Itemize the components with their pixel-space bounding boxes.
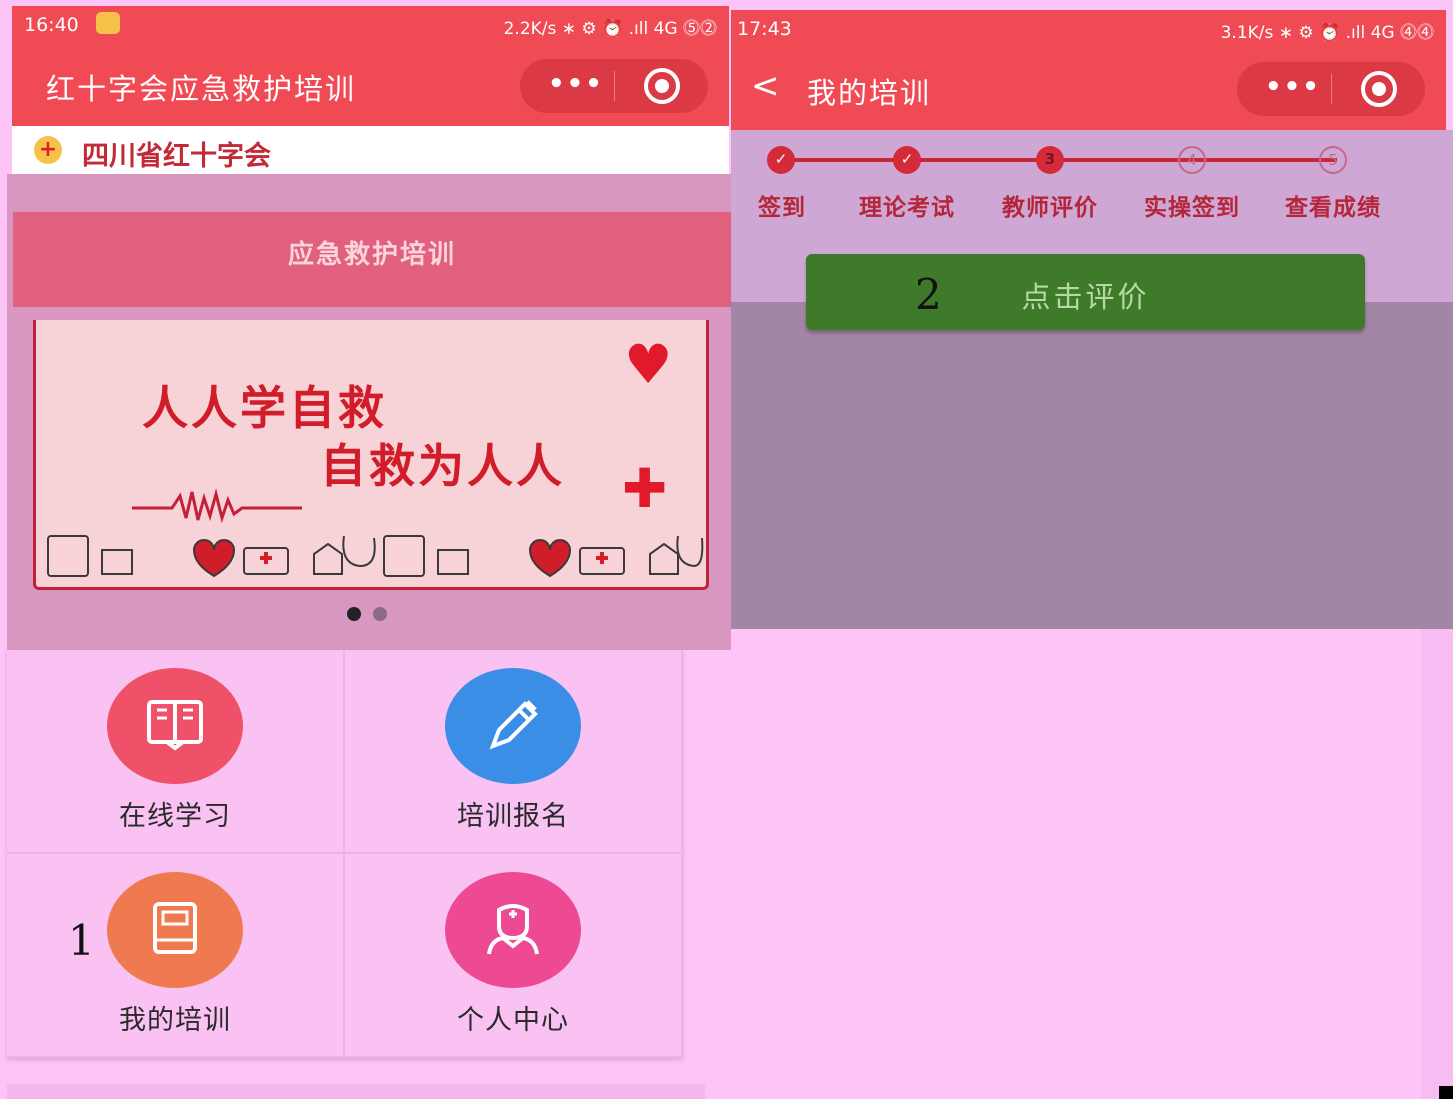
close-target-icon[interactable] [644,68,680,104]
evaluate-button[interactable]: 点击评价 [806,254,1365,330]
step-1-check-icon: ✓ [767,146,795,174]
title-bar: < 我的培训 ••• [731,50,1446,130]
app-title: 红十字会应急救护培训 [46,72,357,106]
organization-row[interactable]: + 四川省红十字会 [12,126,729,174]
menu-icon-circle [445,872,581,988]
menu-personal-center[interactable]: 个人中心 [345,854,683,1058]
right-edge-strip [1421,629,1453,1099]
menu-online-study[interactable]: 在线学习 [7,650,345,854]
capsule-divider [614,71,615,101]
title-bar: 红十字会应急救护培训 ••• [12,46,729,126]
status-indicators: 2.2K/s ∗ ⚙ ⏰ .ıll 4G ⓹⓶ [503,19,717,39]
step-label-view-score: 查看成绩 [1285,195,1381,221]
nurse-icon [487,904,539,955]
notification-icon [96,12,120,34]
more-icon[interactable]: ••• [548,69,604,99]
ecg-line-icon [132,488,302,524]
carousel-slide[interactable]: ♥ 人人学自救 自救为人人 ✚ [33,320,709,590]
menu-training-signup[interactable]: 培训报名 [345,650,683,854]
red-cross-icon: + [34,136,62,164]
menu-label: 我的培训 [119,1005,231,1036]
evaluate-button-label: 点击评价 [1021,280,1150,314]
status-bar: 17:43 3.1K/s ∗ ⚙ ⏰ .ıll 4G ⓸⓸ [731,10,1446,50]
slogan-line-1: 人人学自救 [142,381,387,435]
status-time: 17:43 [737,18,792,40]
training-content: ✓ ✓ 3 4 5 签到 理论考试 教师评价 实操签到 查看成绩 点击评价 [731,130,1453,629]
step-label-theory-exam: 理论考试 [859,195,955,221]
banner-header: 应急救护培训 [13,212,731,307]
heart-icon: ♥ [624,333,673,396]
menu-icon-circle [107,872,243,988]
book-open-icon [147,700,203,751]
step-label-teacher-eval: 教师评价 [1002,195,1098,221]
more-icon[interactable]: ••• [1265,72,1321,102]
organization-name: 四川省红十字会 [82,141,271,172]
step-2-check-icon: ✓ [893,146,921,174]
annotation-number: 2 [915,270,942,319]
step-label-practical-checkin: 实操签到 [1144,195,1240,221]
bottom-strip [7,1084,705,1099]
menu-label: 培训报名 [457,801,569,832]
banner-heading: 应急救护培训 [287,240,456,270]
step-4-marker: 4 [1178,146,1206,174]
back-arrow-icon[interactable]: < [751,66,780,106]
carousel-dot[interactable] [373,607,387,621]
menu-icon-circle [107,668,243,784]
banner-area: 应急救护培训 ♥ 人人学自救 自救为人人 ✚ [7,174,731,650]
step-5-marker: 5 [1319,146,1347,174]
page-title: 我的培训 [807,76,932,110]
feature-menu-grid: 在线学习 培训报名 我的培训 个人中心 [7,650,683,1058]
step-label-checkin: 签到 [758,195,806,221]
mini-program-capsule: ••• [1237,62,1425,116]
corner-mark [1439,1086,1453,1099]
carousel-dot-active[interactable] [347,607,361,621]
step-3-marker: 3 [1036,146,1064,174]
status-time: 16:40 [24,14,79,36]
annotation-number: 1 [68,916,95,965]
carousel-indicator [347,606,399,625]
plus-icon: ✚ [622,457,668,520]
status-bar: 16:40 2.2K/s ∗ ⚙ ⏰ .ıll 4G ⓹⓶ [12,6,729,46]
menu-label: 在线学习 [119,801,231,832]
notebook-icon [153,902,197,954]
pen-icon [489,700,538,750]
status-indicators: 3.1K/s ∗ ⚙ ⏰ .ıll 4G ⓸⓸ [1220,23,1434,43]
menu-icon-circle [445,668,581,784]
slogan-line-2: 自救为人人 [320,439,565,493]
menu-label: 个人中心 [457,1005,569,1036]
capsule-divider [1331,74,1332,104]
left-phone-screen: 16:40 2.2K/s ∗ ⚙ ⏰ .ıll 4G ⓹⓶ 红十字会应急救护培训… [0,0,731,1099]
medical-icons-strip [47,535,704,578]
right-phone-screen: 17:43 3.1K/s ∗ ⚙ ⏰ .ıll 4G ⓸⓸ < 我的培训 •••… [731,0,1453,1099]
menu-my-training[interactable]: 我的培训 [7,854,345,1058]
mini-program-capsule: ••• [520,59,708,113]
close-target-icon[interactable] [1361,71,1397,107]
